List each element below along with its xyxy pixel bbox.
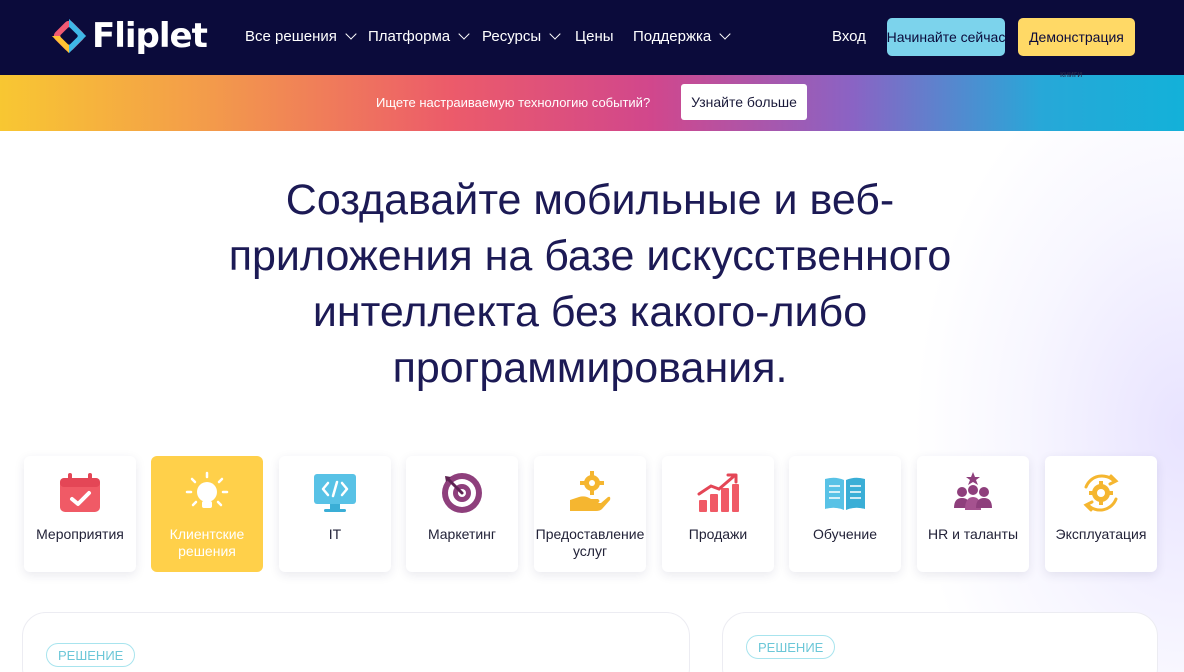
category-operations[interactable]: Эксплуатация [1045, 456, 1157, 572]
category-customer-solutions[interactable]: Клиентские решения [151, 456, 263, 572]
category-label: HR и таланты [927, 526, 1019, 542]
top-navbar: Fliplet Все решения Платформа Ресурсы Це… [0, 0, 1184, 75]
target-icon [442, 473, 482, 513]
solution-card[interactable]: РЕШЕНИЕ [22, 612, 690, 672]
category-label: Маркетинг [427, 526, 497, 542]
nav-label: Ресурсы [482, 28, 542, 45]
category-label: Эксплуатация [1055, 526, 1147, 542]
hand-gear-icon [570, 471, 611, 511]
logo-text: Fliplet [92, 16, 208, 56]
category-label: IT [328, 526, 342, 542]
team-icon [954, 472, 992, 510]
lightbulb-icon [185, 471, 229, 508]
nav-label: Цены [575, 28, 614, 45]
login-link[interactable]: Вход [832, 28, 866, 45]
category-label: Мероприятия [36, 526, 124, 542]
solution-tag: РЕШЕНИЕ [746, 635, 836, 659]
category-events[interactable]: Мероприятия [24, 456, 136, 572]
growth-chart-icon [697, 473, 739, 512]
category-sales[interactable]: Продажи [662, 456, 774, 572]
category-training[interactable]: Обучение [789, 456, 901, 572]
chevron-down-icon [458, 28, 470, 40]
fliplet-logo-mark-icon [51, 18, 87, 54]
nav-pricing[interactable]: Цены [575, 28, 614, 45]
nav-label: Платформа [368, 28, 451, 45]
category-label: Предоставление услуг [535, 526, 645, 559]
chevron-down-icon [549, 28, 561, 40]
category-it[interactable]: IT [279, 456, 391, 572]
calendar-icon [60, 473, 100, 512]
code-monitor-icon [314, 474, 356, 512]
book-icon [825, 477, 865, 510]
demo-button[interactable]: Демонстрация [1018, 18, 1135, 56]
category-label: Клиентские решения [169, 526, 245, 559]
gear-cycle-icon [1083, 474, 1119, 512]
category-label: Продажи [688, 526, 748, 542]
category-hr-talent[interactable]: HR и таланты [917, 456, 1029, 572]
chevron-down-icon [719, 28, 731, 40]
solution-tag: РЕШЕНИЕ [46, 643, 136, 667]
nav-support[interactable]: Поддержка [633, 28, 731, 45]
nav-platform[interactable]: Платформа [368, 28, 470, 45]
banner-text: Ищете настраиваемую технологию событий? [376, 95, 651, 110]
start-now-button[interactable]: Начинайте сейчас [887, 18, 1005, 56]
promo-banner: Ищете настраиваемую технологию событий? … [0, 75, 1184, 131]
nav-resources[interactable]: Ресурсы [482, 28, 561, 45]
chevron-down-icon [345, 28, 357, 40]
nav-label: Все решения [245, 28, 337, 45]
solution-card[interactable]: РЕШЕНИЕ [722, 612, 1158, 672]
learn-more-button[interactable]: Узнайте больше [681, 84, 807, 120]
category-label: Обучение [812, 526, 878, 542]
fliplet-logo[interactable]: Fliplet [50, 16, 208, 56]
nav-label: Поддержка [633, 28, 712, 45]
demo-button-subtext: книги [1060, 69, 1083, 79]
hero-title: Создавайте мобильные и веб-приложения на… [228, 176, 952, 392]
category-service-delivery[interactable]: Предоставление услуг [534, 456, 646, 572]
nav-all-solutions[interactable]: Все решения [245, 28, 357, 45]
category-marketing[interactable]: Маркетинг [406, 456, 518, 572]
